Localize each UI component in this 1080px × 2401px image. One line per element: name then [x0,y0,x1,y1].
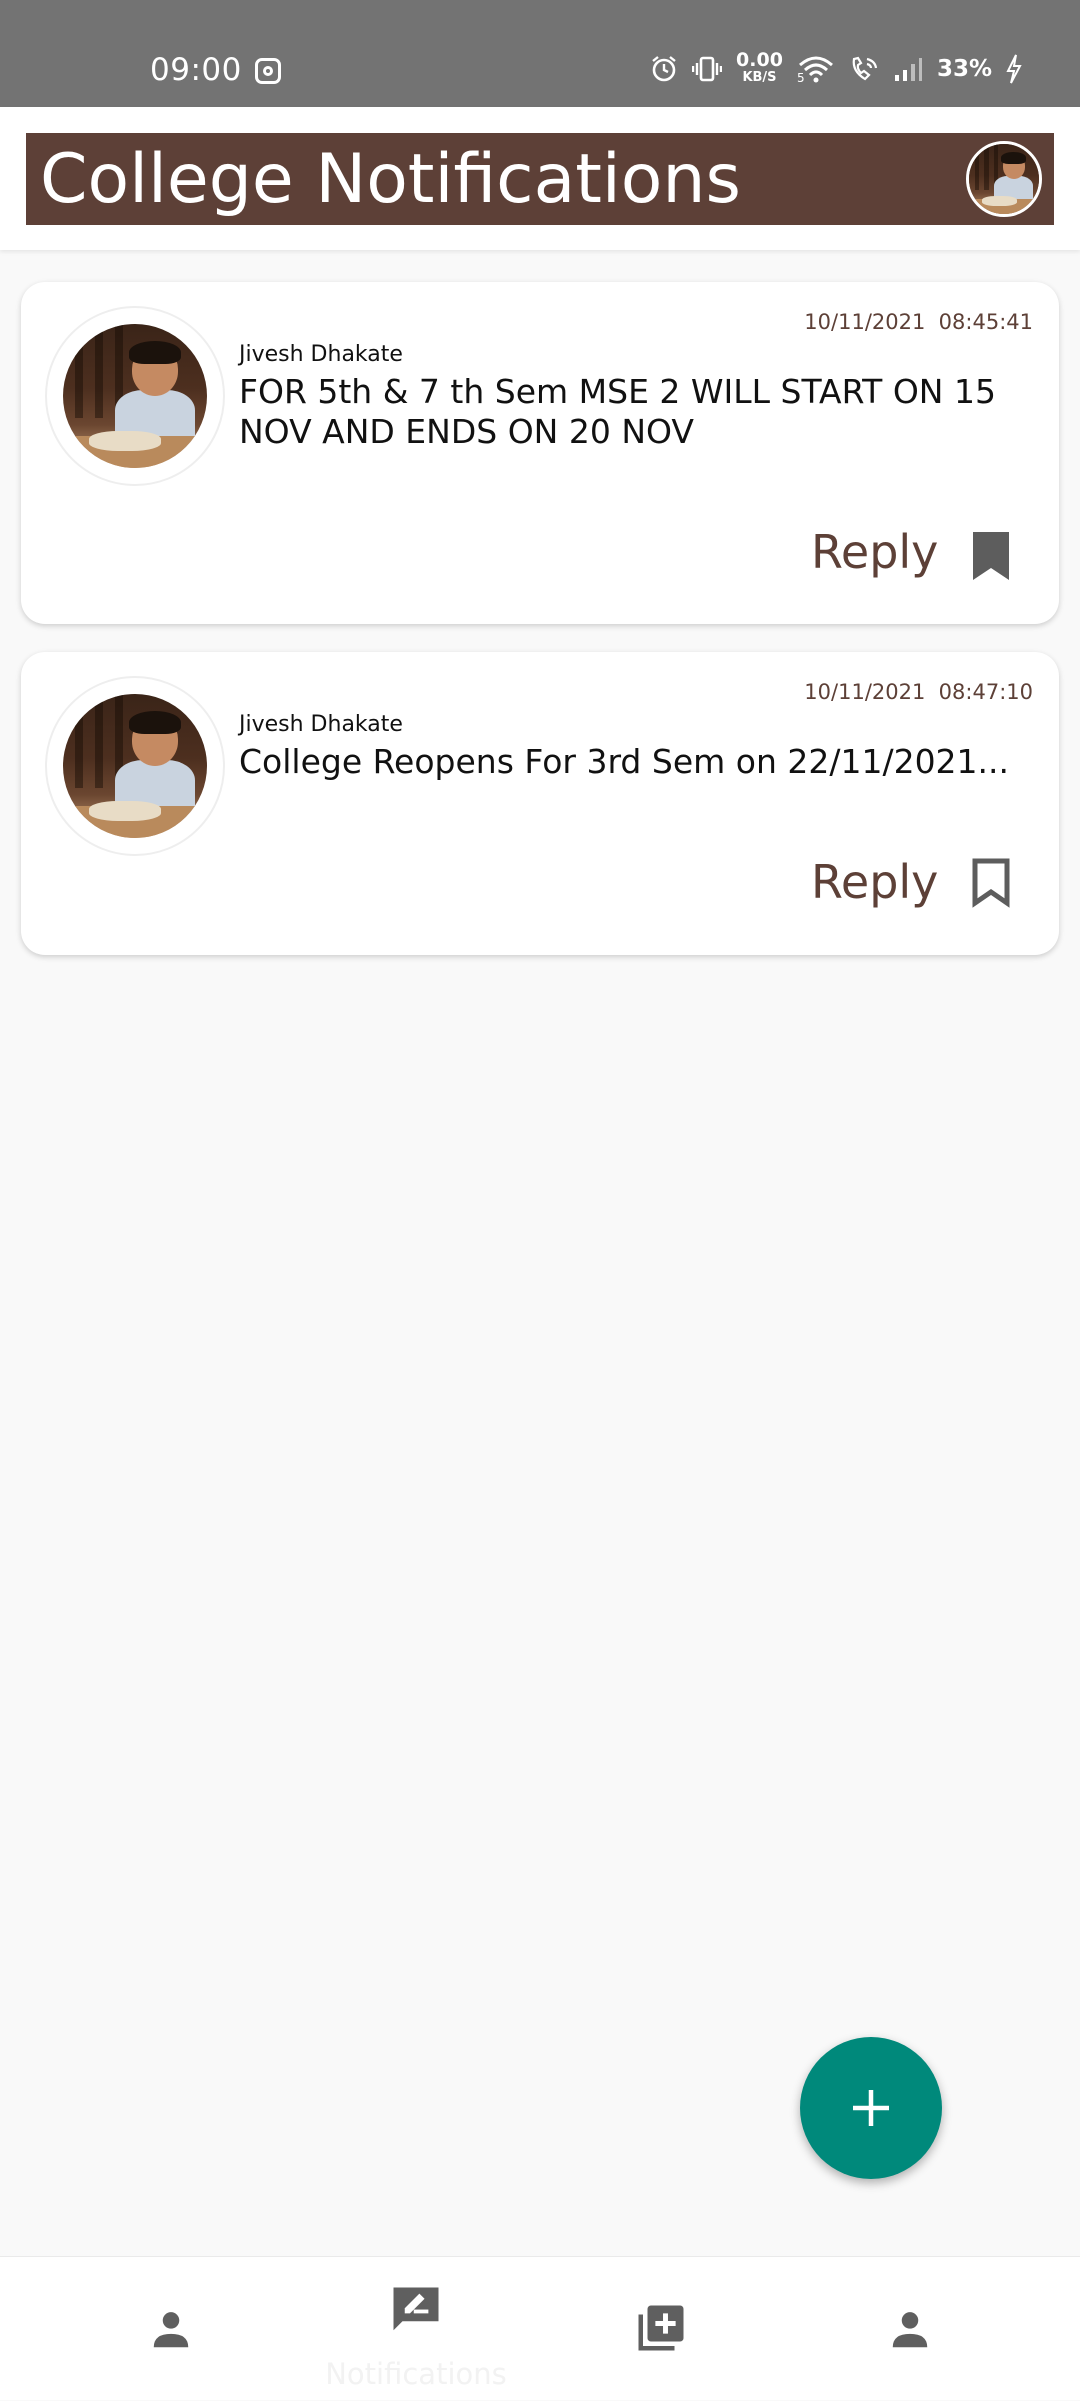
bookmark-outline-icon[interactable] [969,857,1013,909]
wifi-icon: 5 [797,56,833,83]
net-speed-unit: KB/S [742,70,777,85]
author-name: Jivesh Dhakate [239,342,403,367]
avatar-image [969,144,1039,214]
nav-label-notifications: Notifications [325,2357,507,2391]
person-icon [153,2312,189,2348]
status-bar: 09:00 0.00 KB/S 5 33% [0,0,1080,107]
add-notification-button[interactable] [800,2037,942,2179]
timestamp: 10/11/2021 08:45:41 [804,310,1033,334]
signal-icon [894,58,922,81]
page-title: College Notifications [40,140,741,219]
author-name: Jivesh Dhakate [239,712,403,737]
app-header: College Notifications [0,107,1080,250]
timestamp: 10/11/2021 08:47:10 [804,680,1033,704]
nav-item-account[interactable] [775,2257,1045,2401]
rate-review-icon [393,2287,439,2331]
bottom-navigation: Notifications [0,2256,1080,2400]
nav-item-profile[interactable] [36,2257,306,2401]
net-speed: 0.00 KB/S [736,49,783,86]
avatar-image [63,324,207,468]
nav-item-notifications[interactable]: Notifications [281,2257,551,2401]
nav-item-add[interactable] [528,2257,798,2401]
title-bar: College Notifications [26,133,1054,225]
bookmark-icon[interactable] [969,530,1013,582]
charging-icon [1006,54,1022,84]
status-time: 09:00 [150,52,242,88]
author-avatar [45,676,225,856]
notification-card[interactable]: 10/11/2021 08:45:41 Jivesh Dhakate FOR 5… [21,282,1059,624]
author-avatar [45,306,225,486]
profile-avatar[interactable] [966,141,1042,217]
notification-message: FOR 5th & 7 th Sem MSE 2 WILL START ON 1… [239,372,996,451]
plus-icon [853,2090,889,2126]
instagram-icon [255,58,281,84]
wifi-calling-icon [852,56,878,81]
reply-button[interactable]: Reply [811,855,938,909]
battery-level: 33% [936,56,992,82]
reply-button[interactable]: Reply [811,525,938,579]
notification-message: College Reopens For 3rd Sem on 22/11/202… [239,742,1010,781]
avatar-image [63,694,207,838]
alarm-icon [652,56,676,82]
vibrate-icon [692,56,723,82]
notification-card[interactable]: 10/11/2021 08:47:10 Jivesh Dhakate Colle… [21,652,1059,955]
net-speed-value: 0.00 [736,49,783,71]
svg-text:5: 5 [797,71,805,83]
library-add-icon [638,2305,684,2351]
status-icons: 0.00 KB/S 5 33% [650,49,1022,86]
person-icon [892,2312,928,2348]
